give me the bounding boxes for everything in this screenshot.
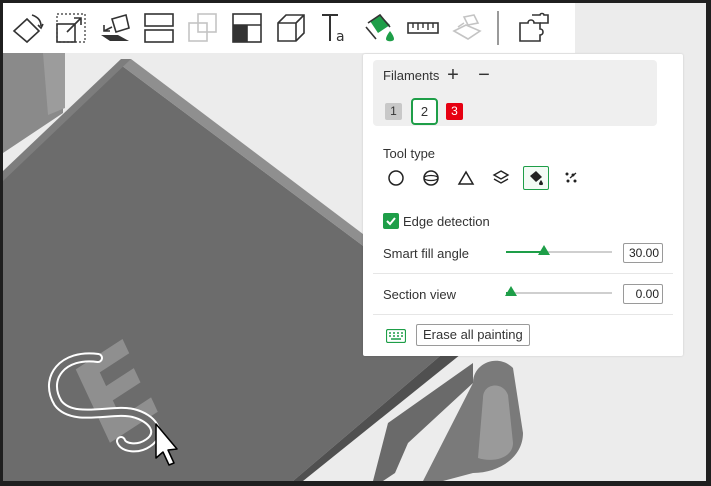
tool-triangle[interactable] [453, 166, 479, 190]
rotate-icon [12, 14, 44, 44]
erase-all-painting-button[interactable]: Erase all painting [416, 324, 530, 346]
text-icon: a [322, 14, 345, 45]
tool-circle[interactable] [383, 166, 409, 190]
filament-chip-1[interactable]: 1 [385, 103, 402, 120]
section-view-label: Section view [383, 287, 456, 302]
remove-filament-button[interactable]: − [474, 65, 494, 86]
split-button[interactable] [137, 6, 181, 50]
scale-button[interactable] [49, 6, 93, 50]
measure-icon [407, 22, 439, 34]
sphere-icon [423, 170, 439, 186]
panel-divider [373, 273, 673, 274]
assembly-icon [452, 14, 482, 40]
filament-chip-3[interactable]: 3 [446, 103, 463, 120]
tool-type-row [383, 166, 593, 192]
tool-type-title: Tool type [383, 146, 436, 161]
filaments-title: Filaments [383, 68, 440, 83]
cut-button[interactable] [225, 6, 269, 50]
text-button[interactable]: a [313, 6, 357, 50]
tool-height-range[interactable] [488, 166, 514, 190]
smart-fill-angle-input[interactable]: 30.00 [623, 243, 663, 263]
smart-fill-label: Smart fill angle [383, 246, 469, 261]
viewport-frame: E a Filaments + − 1 2 3 Tool type Edge d… [3, 3, 706, 481]
checkmark-icon [386, 217, 396, 226]
keyboard-icon[interactable] [386, 329, 406, 343]
layers-icon [492, 170, 510, 184]
circle-icon [388, 170, 404, 186]
arrange-button[interactable] [181, 6, 225, 50]
section-view-input[interactable]: 0.00 [623, 284, 663, 304]
panel-divider [373, 314, 673, 315]
svg-text:a: a [336, 29, 345, 45]
filament-chip-2[interactable]: 2 [411, 98, 438, 125]
section-view-slider[interactable] [505, 286, 612, 296]
toolbar-separator [497, 11, 499, 45]
fill-bucket-icon [530, 171, 543, 186]
edge-detection-checkbox[interactable] [383, 213, 399, 229]
add-part-button[interactable] [511, 6, 555, 50]
support-button[interactable] [269, 6, 313, 50]
gap-fill-icon [565, 172, 577, 183]
place-on-face-icon [101, 13, 130, 41]
filaments-section: Filaments + − 1 2 3 [373, 60, 657, 126]
support-icon [277, 14, 305, 42]
add-part-icon [519, 12, 549, 42]
tool-sphere[interactable] [418, 166, 444, 190]
smart-fill-slider[interactable] [506, 245, 612, 255]
smart-fill-slider-thumb[interactable] [538, 245, 551, 255]
cut-icon [232, 13, 262, 43]
tool-fill[interactable] [523, 166, 549, 190]
triangle-icon [457, 170, 475, 185]
split-icon [144, 13, 174, 43]
tool-gap-fill[interactable] [558, 166, 584, 190]
color-paint-icon [365, 13, 394, 42]
scale-icon [56, 13, 86, 43]
add-filament-button[interactable]: + [443, 65, 463, 86]
rotate-button[interactable] [5, 6, 49, 50]
section-view-slider-thumb[interactable] [505, 286, 518, 296]
color-paint-button[interactable] [357, 6, 401, 50]
place-on-face-button[interactable] [93, 6, 137, 50]
arrange-icon [188, 13, 217, 42]
color-paint-panel: Filaments + − 1 2 3 Tool type Edge detec… [363, 54, 683, 356]
assembly-button[interactable] [445, 6, 489, 50]
top-toolbar: a [3, 3, 575, 53]
edge-detection-label: Edge detection [403, 214, 490, 229]
measure-button[interactable] [401, 6, 445, 50]
